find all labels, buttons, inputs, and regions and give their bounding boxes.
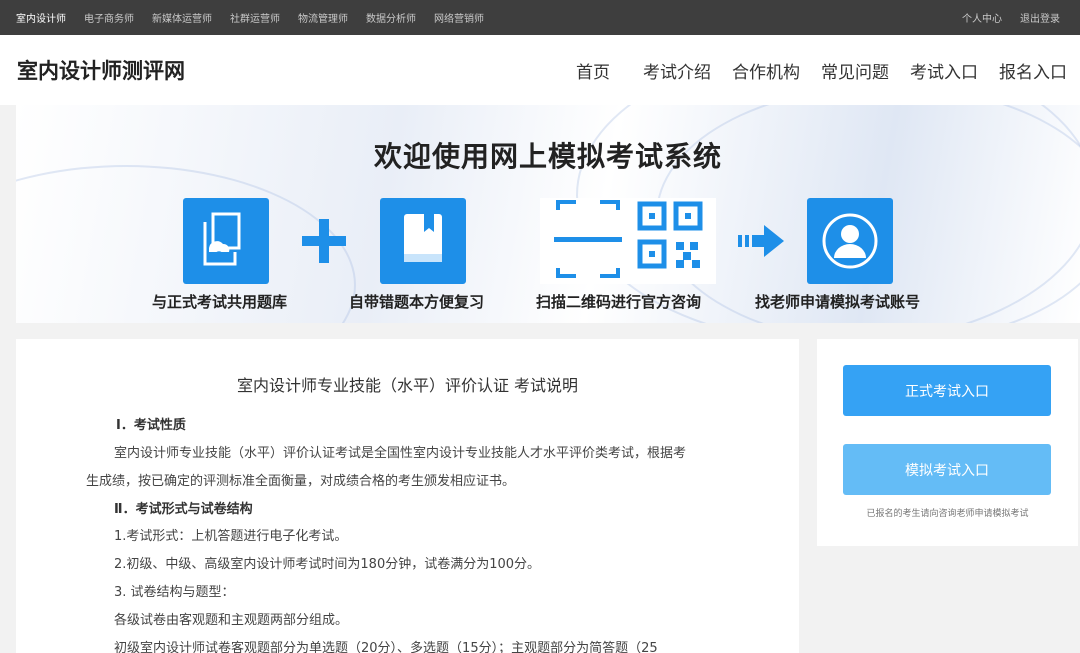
paragraph: 2.初级、中级、高级室内设计师考试时间为180分钟，试卷满分为100分。 [114, 557, 541, 572]
paragraph: 各级试卷由客观题和主观题两部分组成。 [114, 613, 349, 628]
nav-exam-intro[interactable]: 考试介绍 [643, 58, 711, 83]
nav-home[interactable]: 首页 [576, 58, 610, 83]
site-links: 室内设计师 电子商务师 新媒体运营师 社群运营师 物流管理师 数据分析师 网络营… [16, 0, 502, 35]
arrow-right-icon [738, 225, 786, 261]
paragraph: 1.考试形式：上机答题进行电子化考试。 [114, 529, 348, 544]
banner: 欢迎使用网上模拟考试系统 与正式考试共用题库 自带错题本方便复习 扫描二维码进行… [16, 105, 1080, 323]
paragraph: 生成绩，按已确定的评测标准全面衡量，对成绩合格的考生颁发相应证书。 [86, 474, 516, 489]
top-bar: 室内设计师 电子商务师 新媒体运营师 社群运营师 物流管理师 数据分析师 网络营… [0, 0, 1080, 35]
feature-question-bank: 与正式考试共用题库 [152, 293, 288, 311]
mock-exam-note: 已报名的考生请向咨询老师申请模拟考试 [866, 509, 1029, 519]
question-bank-icon [183, 198, 269, 284]
site-link-community[interactable]: 社群运营师 [230, 10, 280, 25]
paragraph: 室内设计师专业技能（水平）评价认证考试是全国性室内设计专业技能人才水平评价类考试… [114, 446, 687, 461]
exam-description: 室内设计师专业技能（水平）评价认证 考试说明 Ⅰ．考试性质 室内设计师专业技能（… [16, 339, 799, 653]
plus-icon [300, 217, 348, 269]
section-heading: Ⅰ．考试性质 [116, 418, 186, 433]
nav-partners[interactable]: 合作机构 [732, 58, 800, 83]
section-heading: Ⅱ．考试形式与试卷结构 [114, 502, 253, 517]
nav-faq[interactable]: 常见问题 [821, 58, 889, 83]
exam-entry-panel: 正式考试入口 模拟考试入口 已报名的考生请向咨询老师申请模拟考试 [817, 339, 1078, 546]
mock-exam-button[interactable]: 模拟考试入口 [843, 444, 1051, 495]
site-logo[interactable]: 室内设计师测评网 [17, 55, 185, 85]
user-center-link[interactable]: 个人中心 [962, 10, 1002, 25]
notebook-icon [380, 198, 466, 284]
feature-error-notebook: 自带错题本方便复习 [349, 293, 485, 311]
banner-title: 欢迎使用网上模拟考试系统 [373, 140, 722, 173]
doc-title: 室内设计师专业技能（水平）评价认证 考试说明 [236, 376, 579, 395]
paragraph: 3. 试卷结构与题型： [114, 585, 235, 600]
site-link-logistics[interactable]: 物流管理师 [298, 10, 348, 25]
site-link-marketing[interactable]: 网络营销师 [434, 10, 484, 25]
paragraph: 初级室内设计师试卷客观题部分为单选题（20分）、多选题（15分）；主观题部分为简… [114, 641, 658, 653]
main-nav: 首页 考试介绍 合作机构 常见问题 考试入口 报名入口 [555, 35, 1067, 105]
user-avatar-icon [807, 198, 893, 284]
formal-exam-button[interactable]: 正式考试入口 [843, 365, 1051, 416]
feature-teacher-account: 找老师申请模拟考试账号 [755, 293, 921, 311]
site-link-interior-designer[interactable]: 室内设计师 [16, 10, 66, 25]
nav-exam-entry[interactable]: 考试入口 [910, 58, 978, 83]
feature-qr-consult: 扫描二维码进行官方咨询 [536, 293, 702, 311]
nav-registration[interactable]: 报名入口 [999, 58, 1067, 83]
qr-code-icon [540, 198, 716, 284]
site-header: 室内设计师测评网 首页 考试介绍 合作机构 常见问题 考试入口 报名入口 [0, 35, 1080, 105]
site-link-ecommerce[interactable]: 电子商务师 [84, 10, 134, 25]
logout-link[interactable]: 退出登录 [1020, 10, 1060, 25]
site-link-data-analyst[interactable]: 数据分析师 [366, 10, 416, 25]
user-links: 个人中心 退出登录 [944, 0, 1060, 35]
site-link-new-media[interactable]: 新媒体运营师 [152, 10, 212, 25]
